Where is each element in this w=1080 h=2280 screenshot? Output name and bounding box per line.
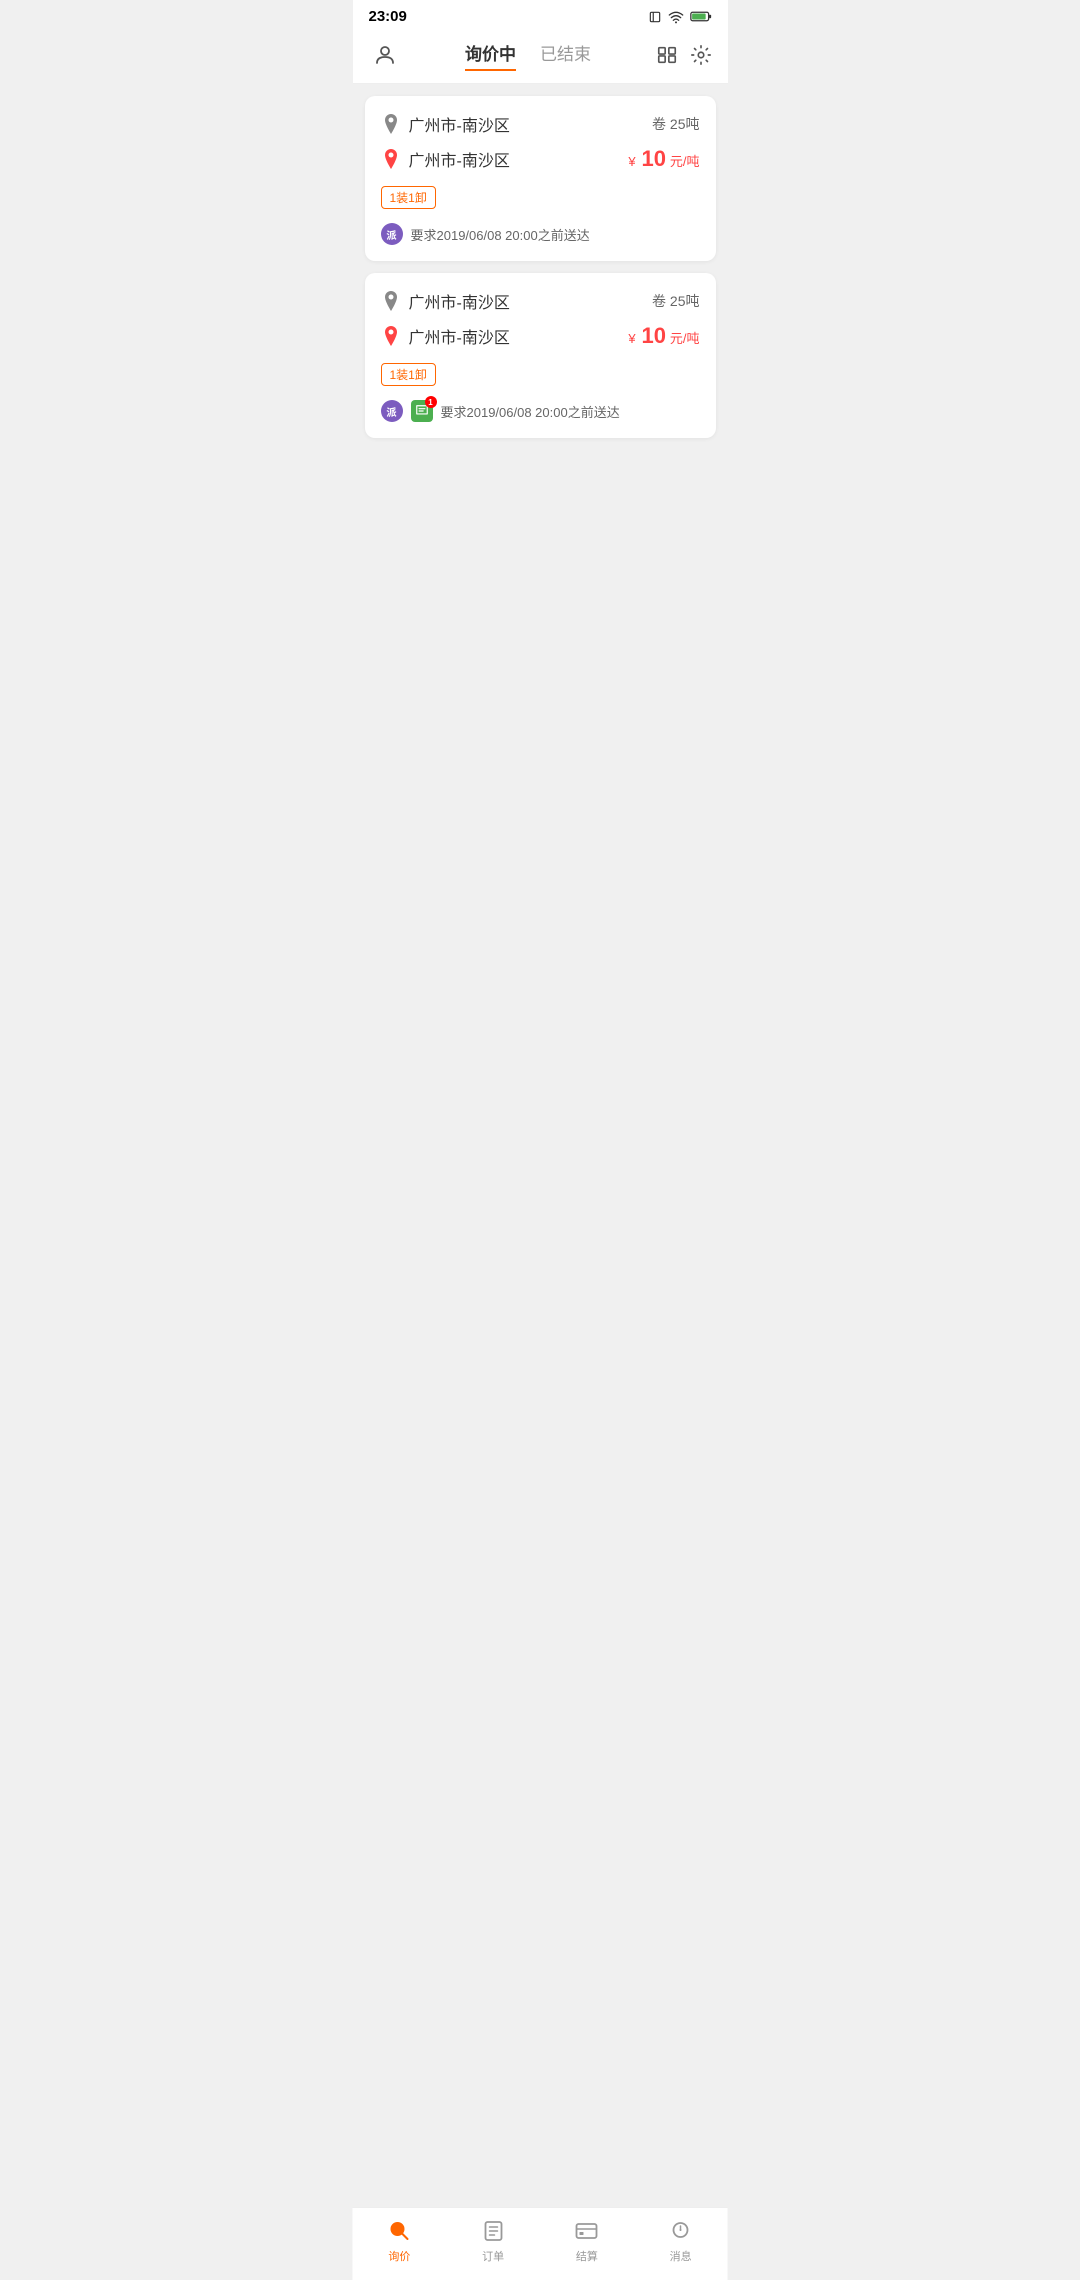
header-actions bbox=[656, 44, 712, 66]
nav-order[interactable]: 订单 bbox=[446, 2218, 540, 2264]
tag-row-2: 1装1卸 bbox=[381, 363, 700, 386]
dispatch-badge-2: 派 bbox=[381, 400, 403, 422]
load-unload-tag-2: 1装1卸 bbox=[381, 363, 436, 386]
response-badge-2: 1 bbox=[411, 400, 433, 422]
header: 询价中 已结束 bbox=[353, 29, 728, 84]
bottom-nav: 询价 订单 结算 bbox=[353, 2207, 728, 2280]
nav-inquiry[interactable]: 询价 bbox=[353, 2218, 447, 2264]
from-pin-icon-1 bbox=[381, 114, 401, 134]
delivery-text-1: 要求2019/06/08 20:00之前送达 bbox=[411, 225, 590, 244]
settlement-icon bbox=[574, 2218, 600, 2244]
inquiry-icon bbox=[386, 2218, 412, 2244]
price-row-1: 广州市-南沙区 ¥ 10 元/吨 bbox=[381, 146, 700, 172]
route-meta-2: 卷 25吨 bbox=[652, 291, 699, 311]
to-pin-icon-1 bbox=[381, 149, 401, 169]
route-meta-1: 卷 25吨 bbox=[652, 114, 699, 134]
nav-settlement-label: 结算 bbox=[576, 2248, 598, 2264]
main-content: 广州市-南沙区 卷 25吨 广州市-南沙区 ¥ 10 元/吨 1装1 bbox=[353, 84, 728, 450]
nav-inquiry-label: 询价 bbox=[388, 2248, 410, 2264]
tab-enquiring[interactable]: 询价中 bbox=[465, 40, 516, 71]
nav-order-label: 订单 bbox=[482, 2248, 504, 2264]
to-location-2: 广州市-南沙区 bbox=[409, 324, 510, 348]
list-icon[interactable] bbox=[656, 44, 678, 66]
tab-ended[interactable]: 已结束 bbox=[540, 40, 591, 71]
header-tabs: 询价中 已结束 bbox=[409, 40, 648, 71]
nav-settlement[interactable]: 结算 bbox=[540, 2218, 634, 2264]
inquiry-card-1[interactable]: 广州市-南沙区 卷 25吨 广州市-南沙区 ¥ 10 元/吨 1装1 bbox=[365, 96, 716, 261]
from-location-1: 广州市-南沙区 bbox=[409, 112, 510, 136]
order-icon bbox=[480, 2218, 506, 2244]
nav-message-label: 消息 bbox=[670, 2248, 692, 2264]
footer-row-1: 派 要求2019/06/08 20:00之前送达 bbox=[381, 223, 700, 245]
price-row-2: 广州市-南沙区 ¥ 10 元/吨 bbox=[381, 323, 700, 349]
from-row-1: 广州市-南沙区 卷 25吨 bbox=[381, 112, 700, 136]
delivery-text-2: 要求2019/06/08 20:00之前送达 bbox=[441, 402, 620, 421]
battery-icon bbox=[690, 10, 712, 23]
to-pin-icon-2 bbox=[381, 326, 401, 346]
price-display-1: ¥ 10 元/吨 bbox=[628, 146, 699, 172]
price-display-2: ¥ 10 元/吨 bbox=[628, 323, 699, 349]
screen-rotate-icon bbox=[648, 10, 662, 24]
badge-count-2: 1 bbox=[425, 396, 437, 408]
status-icons bbox=[648, 10, 712, 24]
from-row-2: 广州市-南沙区 卷 25吨 bbox=[381, 289, 700, 313]
load-unload-tag-1: 1装1卸 bbox=[381, 186, 436, 209]
dispatch-badge-1: 派 bbox=[381, 223, 403, 245]
status-time: 23:09 bbox=[369, 8, 407, 25]
wifi-icon bbox=[668, 10, 684, 24]
status-bar: 23:09 bbox=[353, 0, 728, 29]
tag-row-1: 1装1卸 bbox=[381, 186, 700, 209]
to-location-1: 广州市-南沙区 bbox=[409, 147, 510, 171]
from-location-2: 广州市-南沙区 bbox=[409, 289, 510, 313]
settings-icon[interactable] bbox=[690, 44, 712, 66]
inquiry-card-2[interactable]: 广州市-南沙区 卷 25吨 广州市-南沙区 ¥ 10 元/吨 1装1 bbox=[365, 273, 716, 438]
footer-row-2: 派 1 要求2019/06/08 20:00之前送达 bbox=[381, 400, 700, 422]
user-icon[interactable] bbox=[369, 39, 401, 71]
from-pin-icon-2 bbox=[381, 291, 401, 311]
nav-message[interactable]: 消息 bbox=[634, 2218, 728, 2264]
message-icon bbox=[668, 2218, 694, 2244]
